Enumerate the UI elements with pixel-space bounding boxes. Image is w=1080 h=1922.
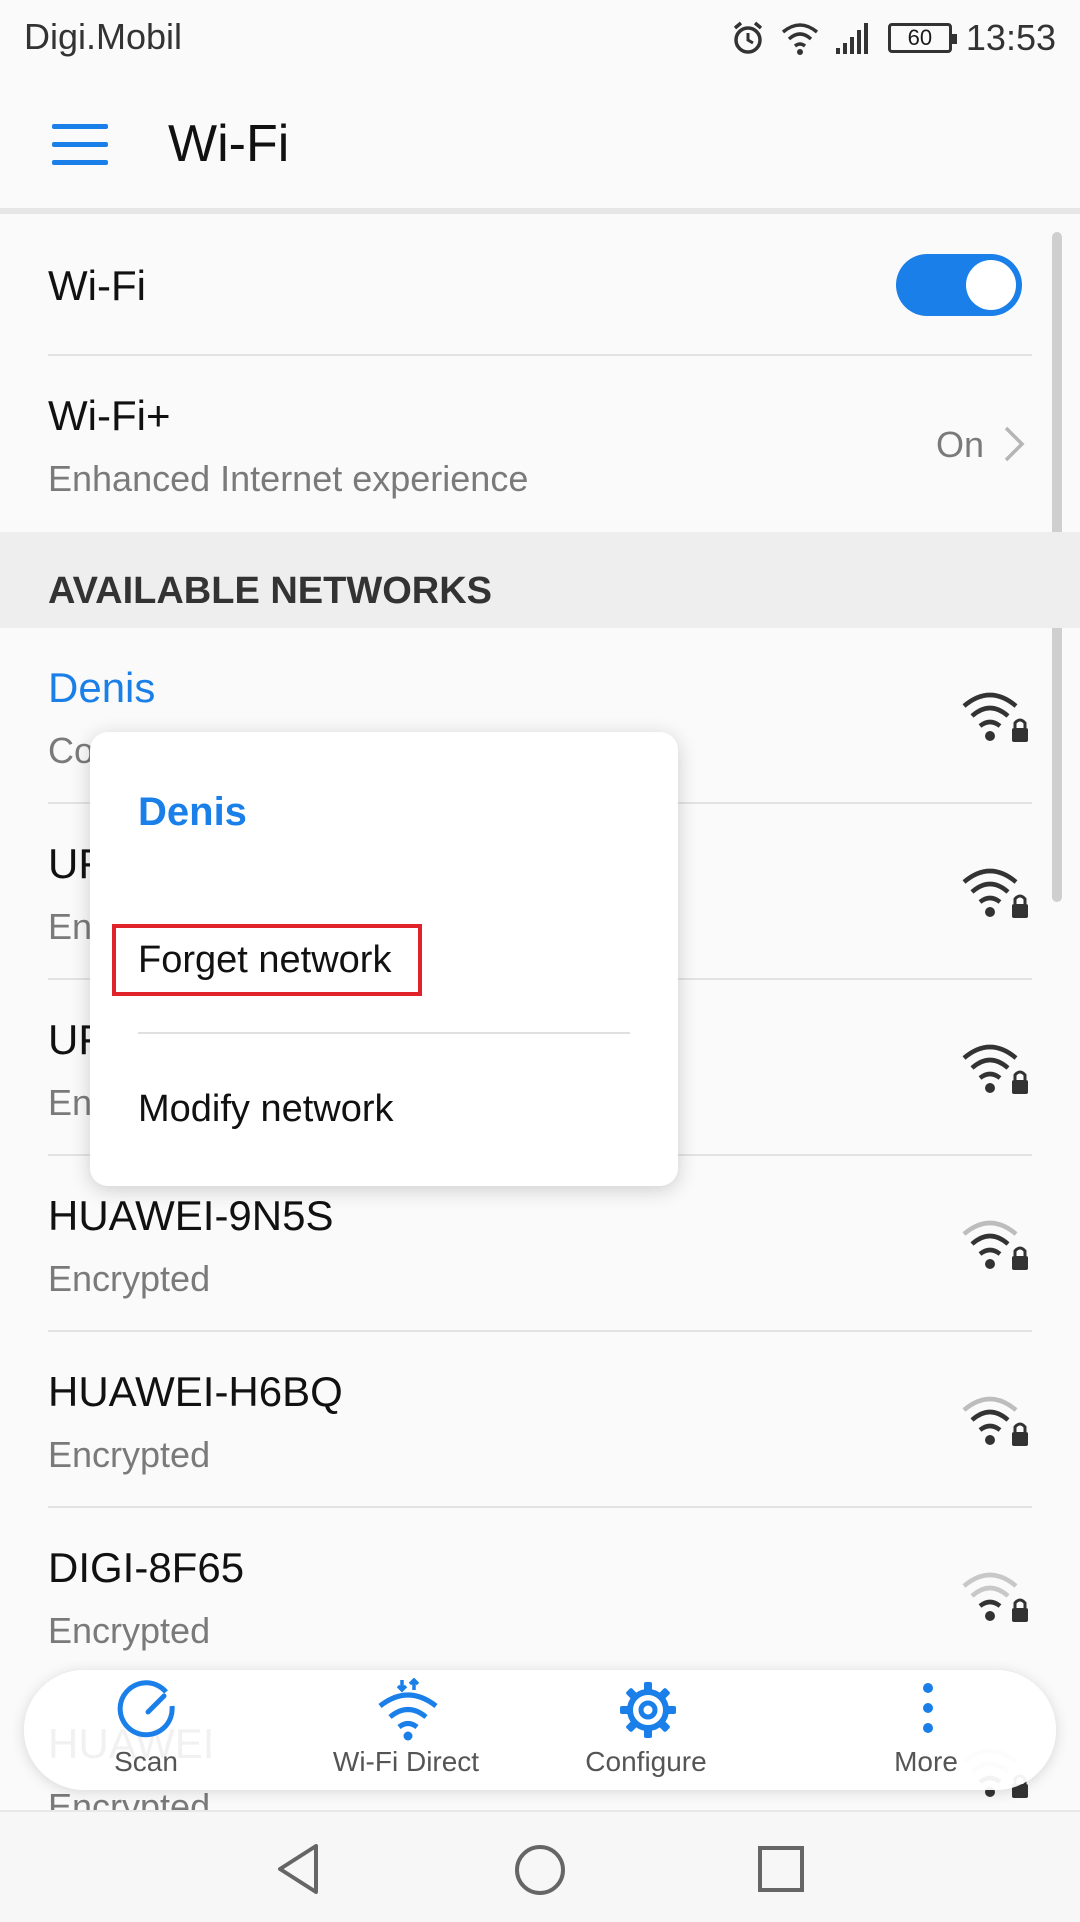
wifi-plus-row[interactable] [0,356,1080,532]
configure-button[interactable]: Configure [526,1670,766,1790]
toggle-knob [966,260,1016,310]
wifi-lock-icon [962,1396,1028,1446]
scan-icon [117,1680,175,1738]
more-vert-icon [923,1683,933,1733]
forget-network-label: Forget network [138,938,392,981]
carrier-name: Digi.Mobil [24,16,183,57]
network-status: En [48,1082,93,1123]
network-row[interactable]: DIGI-8F65 Encrypted [0,1508,1080,1684]
network-name: HUAWEI-9N5S [48,1192,334,1239]
back-icon[interactable] [274,1842,324,1896]
chevron-right-icon [1004,426,1025,462]
wifi-plus-label: Wi-Fi+ [48,392,171,439]
wifi-plus-value: On [936,424,985,465]
network-name: HUAWEI-H6BQ [48,1368,343,1415]
cell-signal-icon [835,23,868,54]
recents-icon[interactable] [756,1844,806,1894]
network-status: En [48,906,93,947]
wifi-lock-icon [962,1572,1028,1622]
network-context-menu: Denis Forget network Modify network [90,732,678,1186]
network-status: Co [48,730,95,771]
more-label: More [894,1746,958,1777]
clock: 13:53 [965,17,1056,58]
scan-label: Scan [114,1746,178,1777]
wifi-direct-label: Wi-Fi Direct [332,1746,480,1777]
network-row[interactable]: HUAWEI-H6BQ Encrypted [0,1332,1080,1508]
popup-title: Denis [138,790,247,834]
wifi-lock-icon [962,868,1028,918]
network-name: DIGI-8F65 [48,1544,245,1591]
wifi-toggle[interactable] [896,254,1022,316]
status-icons: 60 13:53 [730,12,1056,64]
menu-icon[interactable] [52,120,112,168]
more-button[interactable]: More [806,1670,1046,1790]
configure-label: Configure [585,1746,707,1777]
scan-button[interactable]: Scan [26,1670,266,1790]
network-name: Denis [48,664,156,711]
battery-level: 60 [907,25,933,50]
wifi-direct-icon [378,1678,438,1741]
wifi-lock-icon [962,1044,1028,1094]
network-status: Encrypted [48,1258,211,1299]
modify-network-option[interactable]: Modify network [138,1088,394,1131]
wifi-lock-icon [962,1220,1028,1270]
network-status: Encrypted [48,1610,211,1651]
page-title: Wi-Fi [168,115,290,173]
forget-network-option[interactable]: Forget network [112,924,422,996]
wifi-direct-button[interactable]: Wi-Fi Direct [286,1670,526,1790]
battery-icon: 60 [887,23,957,53]
network-status: Encrypted [48,1434,211,1475]
alarm-icon [733,21,763,54]
home-icon[interactable] [512,1842,568,1898]
divider [0,208,1080,214]
app-bar: Wi-Fi [0,80,1080,210]
bottom-toolbar: Scan Wi-Fi Direct Configure More [24,1670,1056,1790]
wifi-lock-icon [962,692,1028,742]
divider [138,1032,630,1034]
wifi-plus-subtitle: Enhanced Internet experience [48,458,529,499]
status-bar: Digi.Mobil 60 13:53 [0,0,1080,80]
section-header: AVAILABLE NETWORKS [48,570,493,612]
wifi-label: Wi-Fi [48,262,146,309]
wifi-status-icon [781,23,819,55]
gear-icon [620,1682,676,1738]
system-nav-bar [0,1810,1080,1922]
